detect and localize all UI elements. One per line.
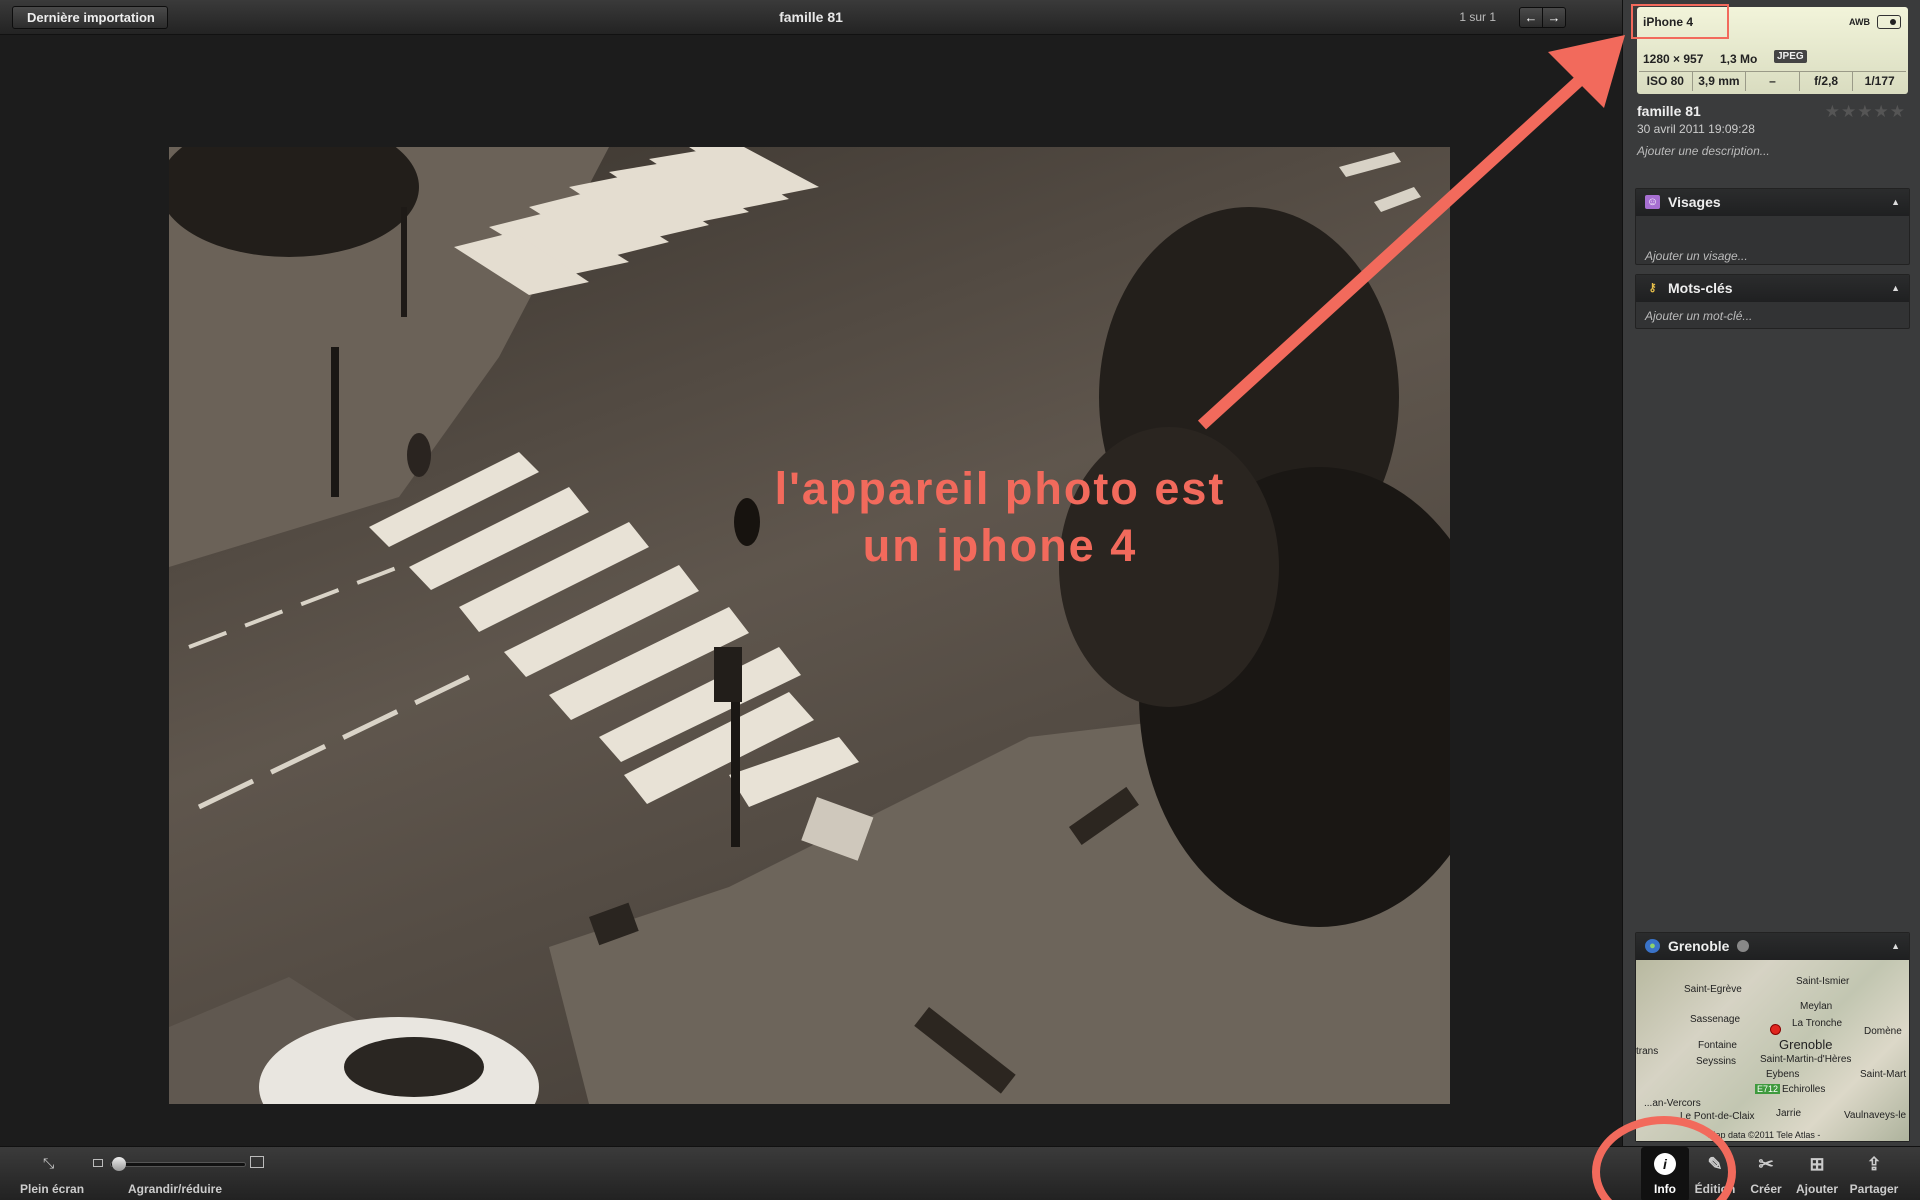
arrow-left-icon: ← <box>1524 10 1538 25</box>
map-label: trans <box>1636 1046 1659 1057</box>
map-label: La Tronche <box>1792 1018 1843 1029</box>
previous-photo-button[interactable]: ← <box>1519 7 1543 28</box>
keywords-section: ⚷ Mots-clés ▲ Ajouter un mot-clé... <box>1635 274 1910 329</box>
map-label: Fontaine <box>1698 1040 1737 1051</box>
white-balance-label: AWB <box>1849 17 1870 27</box>
create-button[interactable]: ✂ Créer <box>1744 1147 1788 1200</box>
fullscreen-icon[interactable]: ⤡ <box>43 1155 54 1172</box>
collapse-triangle-icon[interactable]: ▲ <box>1891 933 1900 960</box>
aperture-value: f/2,8 <box>1800 72 1854 91</box>
map-label: Saint-Mart <box>1860 1069 1907 1080</box>
map-label: Sassenage <box>1690 1014 1741 1025</box>
map-label: ...an-Vercors <box>1644 1098 1701 1109</box>
map-label: Seyssins <box>1696 1056 1737 1067</box>
exposure-compensation: – <box>1746 72 1800 91</box>
album-title: famille 81 <box>779 9 843 25</box>
map-label: Vaulnaveys-le <box>1844 1110 1907 1121</box>
keywords-header-label: Mots-clés <box>1668 280 1733 296</box>
arrow-right-icon: → <box>1547 10 1561 25</box>
key-icon: ⚷ <box>1648 282 1657 294</box>
map-label: Grenoble <box>1779 1037 1833 1052</box>
image-dimensions: 1280 × 957 <box>1643 52 1704 66</box>
next-photo-button[interactable]: → <box>1542 7 1566 28</box>
camera-model: iPhone 4 <box>1643 15 1694 29</box>
globe-icon: ● <box>1645 939 1660 953</box>
share-icon: ⇪ <box>1866 1154 1882 1174</box>
create-icon: ✂ <box>1758 1154 1774 1174</box>
fullscreen-button-label[interactable]: Plein écran <box>20 1182 84 1196</box>
plus-icon: ⊞ <box>1809 1154 1825 1174</box>
annotation-line-2: un iphone 4 <box>862 520 1138 571</box>
road-badge: E712 <box>1755 1084 1781 1094</box>
faces-section-header[interactable]: ☺ Visages ▲ <box>1636 189 1909 216</box>
annotation-text: l'appareil photo est un iphone 4 <box>710 460 1290 574</box>
zoom-in-icon[interactable] <box>250 1156 264 1168</box>
photo-title-field[interactable]: famille 81 <box>1637 103 1701 119</box>
info-button-label: Info <box>1654 1182 1676 1196</box>
place-section: ● Grenoble ▲ Saint-Egrève Saint-Ismier M… <box>1635 932 1910 1142</box>
focal-length: 3,9 mm <box>1693 72 1747 91</box>
map-label: Saint-Ismier <box>1796 976 1850 987</box>
location-map[interactable]: Saint-Egrève Saint-Ismier Meylan Sassena… <box>1636 960 1909 1141</box>
faces-section: ☺ Visages ▲ Ajouter un visage... <box>1635 188 1910 265</box>
photo-date: 30 avril 2011 19:09:28 <box>1637 122 1755 136</box>
metering-icon <box>1877 15 1901 29</box>
place-section-header[interactable]: ● Grenoble ▲ <box>1636 933 1909 960</box>
collapse-triangle-icon[interactable]: ▲ <box>1891 275 1900 302</box>
file-size: 1,3 Mo <box>1720 52 1758 66</box>
rating-stars[interactable]: ★★★★★ <box>1825 102 1906 122</box>
map-label: Domène <box>1864 1026 1902 1037</box>
street-crossing-photo[interactable] <box>169 147 1450 1104</box>
add-button[interactable]: ⊞ Ajouter <box>1792 1147 1842 1200</box>
zoom-label: Agrandir/réduire <box>128 1182 223 1196</box>
info-button[interactable]: i Info <box>1641 1147 1689 1200</box>
place-name: Grenoble <box>1668 938 1730 954</box>
add-face-field[interactable]: Ajouter un visage... <box>1636 249 1748 263</box>
annotation-line-1: l'appareil photo est <box>774 463 1226 514</box>
map-label: Eybens <box>1766 1069 1800 1080</box>
keywords-section-header[interactable]: ⚷ Mots-clés ▲ <box>1636 275 1909 302</box>
photo-image <box>169 147 1450 1104</box>
share-button[interactable]: ⇪ Partager <box>1844 1147 1904 1200</box>
add-button-label: Ajouter <box>1796 1182 1838 1196</box>
info-panel: iPhone 4 AWB 1280 × 957 1,3 Mo JPEG ISO … <box>1622 0 1920 1146</box>
map-label: Echirolles <box>1782 1084 1826 1095</box>
faces-icon: ☺ <box>1645 195 1660 209</box>
file-format-badge: JPEG <box>1774 50 1807 63</box>
add-description-field[interactable]: Ajouter une description... <box>1637 144 1770 158</box>
zoom-slider-knob[interactable] <box>112 1157 127 1171</box>
map-label: Jarrie <box>1776 1108 1802 1119</box>
add-keyword-field[interactable]: Ajouter un mot-clé... <box>1636 309 1752 323</box>
map-label: Saint-Egrève <box>1684 984 1742 995</box>
info-icon: i <box>1654 1153 1676 1175</box>
exif-values-row: ISO 80 3,9 mm – f/2,8 1/177 <box>1639 71 1906 91</box>
faces-header-label: Visages <box>1668 194 1721 210</box>
create-button-label: Créer <box>1750 1182 1782 1196</box>
zoom-slider[interactable] <box>110 1162 246 1167</box>
share-button-label: Partager <box>1849 1182 1899 1196</box>
map-label: Meylan <box>1800 1001 1833 1012</box>
top-toolbar: Dernière importation famille 81 1 sur 1 … <box>0 0 1622 35</box>
map-label: Le Pont-de-Claix <box>1680 1111 1755 1122</box>
bottom-toolbar: ⤡ Plein écran Agrandir/réduire i Info ✎ … <box>0 1146 1920 1200</box>
exif-card: iPhone 4 AWB 1280 × 957 1,3 Mo JPEG ISO … <box>1637 7 1908 94</box>
map-copyright: Map data ©2011 Tele Atlas - <box>1708 1130 1821 1140</box>
shutter-speed: 1/177 <box>1864 74 1895 88</box>
pencil-icon: ✎ <box>1707 1154 1723 1174</box>
photo-counter: 1 sur 1 <box>1459 10 1496 24</box>
edit-button[interactable]: ✎ Édition <box>1690 1147 1740 1200</box>
map-label: Saint-Martin-d'Hères <box>1760 1054 1852 1065</box>
iphoto-window: Dernière importation famille 81 1 sur 1 … <box>0 0 1920 1200</box>
zoom-out-icon[interactable] <box>93 1159 103 1167</box>
collapse-triangle-icon[interactable]: ▲ <box>1891 189 1900 216</box>
photo-viewer: l'appareil photo est un iphone 4 <box>0 35 1622 1146</box>
map-pin-icon[interactable] <box>1770 1024 1781 1035</box>
edit-button-label: Édition <box>1694 1182 1736 1196</box>
iso-value: ISO 80 <box>1639 72 1693 91</box>
place-info-icon[interactable] <box>1737 940 1750 952</box>
